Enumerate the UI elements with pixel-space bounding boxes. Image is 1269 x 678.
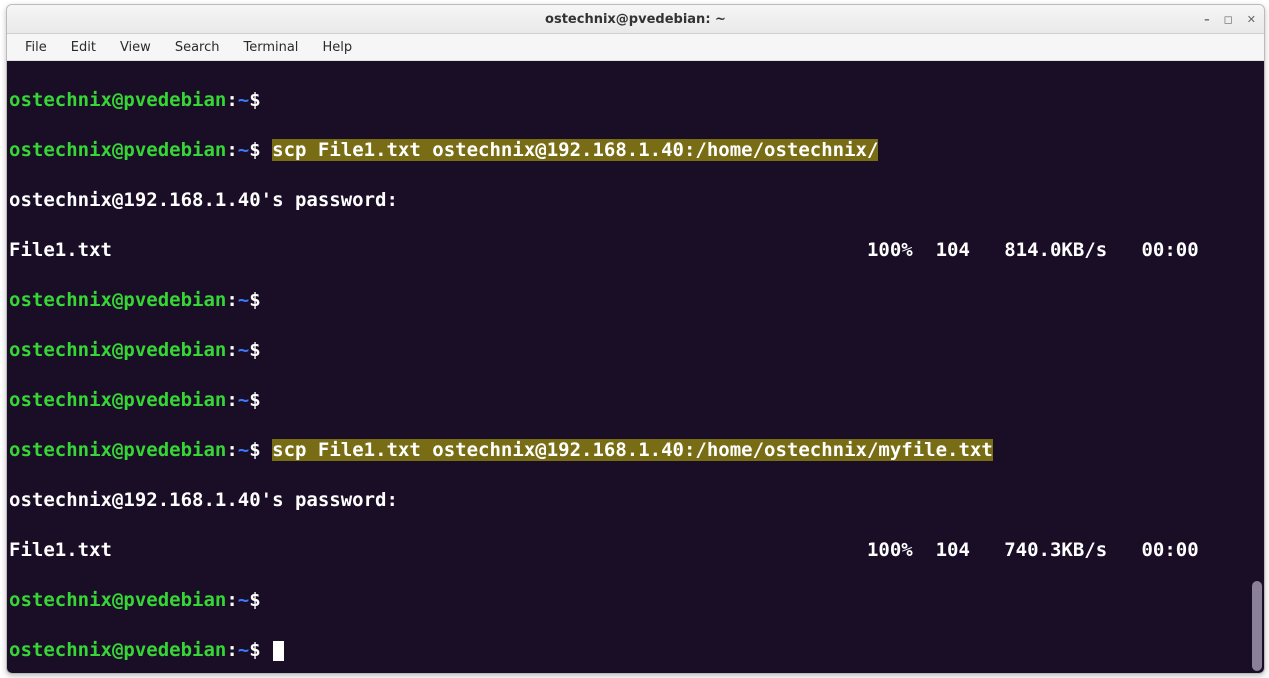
prompt-line-cursor: ostechnix@pvedebian:~$ — [9, 638, 1262, 663]
prompt-line: ostechnix@pvedebian:~$ — [9, 338, 1262, 363]
prompt-path: ~ — [238, 289, 249, 311]
prompt-dollar: $ — [249, 289, 260, 311]
prompt-path: ~ — [238, 389, 249, 411]
prompt-dollar: $ — [249, 89, 260, 111]
menubar: File Edit View Search Terminal Help — [7, 34, 1264, 61]
prompt-userhost: ostechnix@pvedebian — [9, 589, 226, 611]
close-button[interactable]: ✕ — [1247, 13, 1256, 26]
minimize-button[interactable]: – — [1204, 13, 1210, 26]
terminal-window: ostechnix@pvedebian: ~ – ◻ ✕ File Edit V… — [6, 4, 1265, 674]
transfer-stats-2: 100% 104 740.3KB/s 00:00 — [867, 538, 1199, 563]
menu-search[interactable]: Search — [165, 38, 230, 57]
menu-file[interactable]: File — [15, 38, 57, 57]
window-titlebar: ostechnix@pvedebian: ~ – ◻ ✕ — [7, 5, 1264, 34]
prompt-path: ~ — [238, 139, 249, 161]
window-controls: – ◻ ✕ — [1204, 5, 1256, 33]
prompt-path: ~ — [238, 439, 249, 461]
prompt-dollar: $ — [249, 139, 260, 161]
command-1: scp File1.txt ostechnix@192.168.1.40:/ho… — [272, 139, 878, 161]
terminal-viewport[interactable]: ostechnix@pvedebian:~$ ostechnix@pvedebi… — [7, 61, 1264, 673]
prompt-path: ~ — [238, 639, 249, 661]
prompt-userhost: ostechnix@pvedebian — [9, 339, 226, 361]
menu-view[interactable]: View — [110, 38, 161, 57]
prompt-line: ostechnix@pvedebian:~$ — [9, 588, 1262, 613]
prompt-userhost: ostechnix@pvedebian — [9, 389, 226, 411]
password-prompt: ostechnix@192.168.1.40's password: — [9, 188, 1262, 213]
prompt-userhost: ostechnix@pvedebian — [9, 139, 226, 161]
cursor — [273, 641, 284, 661]
window-title: ostechnix@pvedebian: ~ — [545, 12, 726, 27]
menu-help[interactable]: Help — [312, 38, 362, 57]
prompt-userhost: ostechnix@pvedebian — [9, 289, 226, 311]
prompt-userhost: ostechnix@pvedebian — [9, 439, 226, 461]
prompt-sep: : — [226, 139, 237, 161]
menu-terminal[interactable]: Terminal — [233, 38, 308, 57]
maximize-button[interactable]: ◻ — [1224, 13, 1233, 26]
command-2: scp File1.txt ostechnix@192.168.1.40:/ho… — [272, 439, 993, 461]
prompt-dollar: $ — [249, 439, 260, 461]
prompt-path: ~ — [238, 89, 249, 111]
scrollbar-thumb[interactable] — [1252, 581, 1262, 671]
prompt-dollar: $ — [249, 339, 260, 361]
prompt-path: ~ — [238, 339, 249, 361]
password-prompt: ostechnix@192.168.1.40's password: — [9, 488, 1262, 513]
transfer-status-1: File1.txt 100% 104 814.0KB/s 00:00 — [9, 238, 1262, 263]
prompt-userhost: ostechnix@pvedebian — [9, 89, 226, 111]
transfer-status-2: File1.txt 100% 104 740.3KB/s 00:00 — [9, 538, 1262, 563]
file-name: File1.txt — [9, 239, 112, 261]
terminal-scrollbar[interactable] — [1252, 61, 1262, 673]
prompt-dollar: $ — [249, 589, 260, 611]
prompt-dollar: $ — [249, 639, 260, 661]
prompt-sep: : — [226, 389, 237, 411]
command-line: ostechnix@pvedebian:~$ scp File1.txt ost… — [9, 438, 1262, 463]
prompt-sep: : — [226, 89, 237, 111]
prompt-sep: : — [226, 339, 237, 361]
prompt-sep: : — [226, 439, 237, 461]
prompt-line: ostechnix@pvedebian:~$ — [9, 88, 1262, 113]
prompt-userhost: ostechnix@pvedebian — [9, 639, 226, 661]
prompt-line: ostechnix@pvedebian:~$ — [9, 388, 1262, 413]
prompt-sep: : — [226, 639, 237, 661]
prompt-line: ostechnix@pvedebian:~$ — [9, 288, 1262, 313]
prompt-sep: : — [226, 289, 237, 311]
file-name: File1.txt — [9, 539, 112, 561]
prompt-sep: : — [226, 589, 237, 611]
command-line: ostechnix@pvedebian:~$ scp File1.txt ost… — [9, 138, 1262, 163]
prompt-path: ~ — [238, 589, 249, 611]
prompt-dollar: $ — [249, 389, 260, 411]
transfer-stats-1: 100% 104 814.0KB/s 00:00 — [867, 238, 1199, 263]
menu-edit[interactable]: Edit — [61, 38, 106, 57]
